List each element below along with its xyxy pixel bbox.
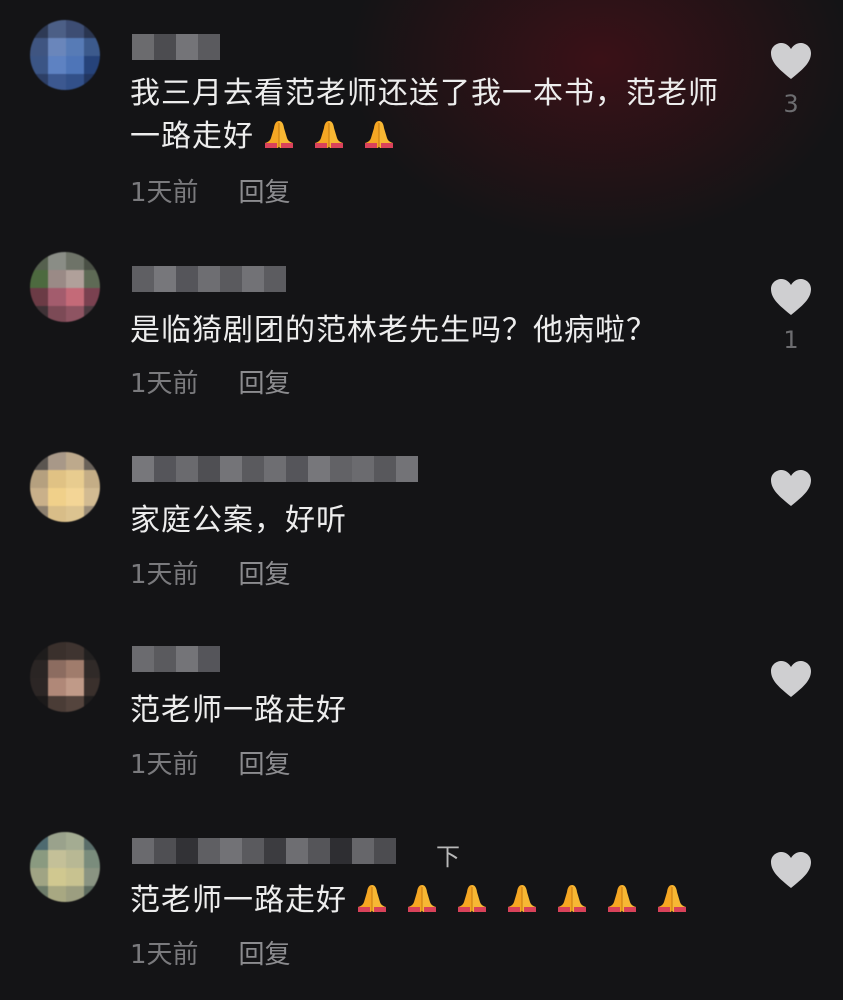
like-count: 1 — [783, 326, 799, 354]
folded-hands-emoji — [505, 882, 539, 914]
comment-text: 范老师一路走好 — [130, 879, 730, 922]
folded-hands-emoji — [455, 882, 489, 914]
folded-hands-emoji — [555, 882, 589, 914]
username-blurred[interactable] — [132, 34, 220, 60]
folded-hands-emoji — [312, 118, 346, 150]
like-button[interactable] — [768, 660, 814, 708]
heart-icon — [771, 661, 811, 697]
heart-icon — [771, 279, 811, 315]
folded-hands-emoji — [355, 882, 389, 914]
like-count: 3 — [783, 90, 799, 118]
like-button[interactable] — [768, 469, 814, 517]
timestamp: 1天前 — [130, 560, 199, 590]
avatar[interactable] — [30, 252, 100, 322]
folded-hands-emoji — [262, 118, 296, 150]
heart-icon — [771, 470, 811, 506]
folded-hands-emoji — [362, 118, 396, 150]
heart-icon — [771, 852, 811, 888]
reply-button[interactable]: 回复 — [239, 934, 291, 971]
comment-text: 我三月去看范老师还送了我一本书，范老师一路走好 — [130, 76, 719, 154]
like-button[interactable]: 1 — [768, 278, 814, 354]
folded-hands-emoji — [405, 882, 439, 914]
timestamp: 1天前 — [130, 750, 199, 780]
folded-hands-emoji — [655, 882, 689, 914]
comment-text: 是临猗剧团的范林老先生吗？他病啦？ — [130, 313, 657, 348]
reply-button[interactable]: 回复 — [239, 554, 291, 591]
reply-button[interactable]: 回复 — [239, 363, 291, 400]
reply-button[interactable]: 回复 — [239, 744, 291, 781]
comment-list: 我三月去看范老师还送了我一本书，范老师一路走好 1天前 回复 3 是临猗剧团的范… — [0, 0, 843, 1000]
avatar[interactable] — [30, 20, 100, 90]
like-button[interactable]: 3 — [768, 42, 814, 118]
comment-text: 家庭公案，好听 — [130, 503, 347, 538]
comment-meta: 1天前 回复 — [130, 363, 291, 400]
avatar[interactable] — [30, 452, 100, 522]
timestamp: 1天前 — [130, 940, 199, 970]
username-blurred[interactable] — [132, 838, 396, 864]
avatar[interactable] — [30, 642, 100, 712]
username-suffix: 下 — [436, 843, 460, 871]
comment-meta: 1天前 回复 — [130, 172, 291, 209]
comment-text: 范老师一路走好 — [130, 693, 347, 728]
timestamp: 1天前 — [130, 369, 199, 399]
timestamp: 1天前 — [130, 178, 199, 208]
avatar[interactable] — [30, 832, 100, 902]
reply-button[interactable]: 回复 — [239, 172, 291, 209]
comment-meta: 1天前 回复 — [130, 554, 291, 591]
heart-icon — [771, 43, 811, 79]
username-blurred[interactable] — [132, 456, 418, 482]
username-blurred[interactable] — [132, 646, 220, 672]
username-blurred[interactable] — [132, 266, 286, 292]
comment-meta: 1天前 回复 — [130, 934, 291, 971]
comment-meta: 1天前 回复 — [130, 744, 291, 781]
like-button[interactable] — [768, 851, 814, 899]
folded-hands-emoji — [605, 882, 639, 914]
